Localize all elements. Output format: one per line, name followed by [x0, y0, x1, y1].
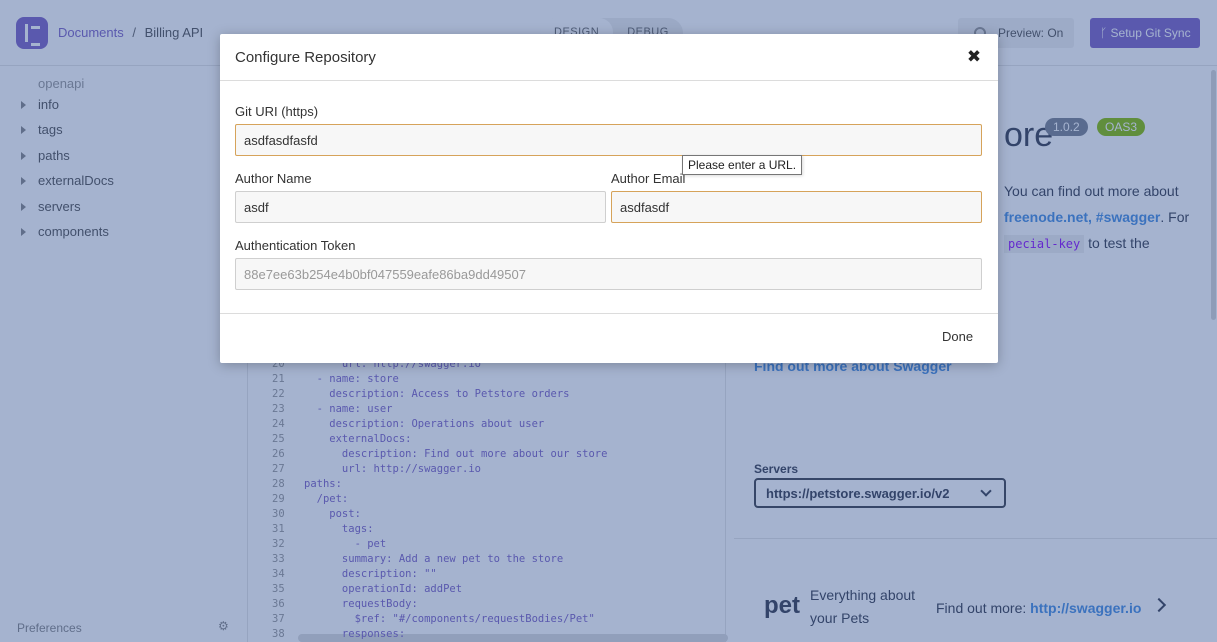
close-icon[interactable]: ✖	[964, 47, 984, 67]
author-name-label: Author Name	[235, 171, 312, 186]
validation-tooltip: Please enter a URL.	[682, 155, 803, 175]
dialog-header: Configure Repository ✖	[220, 34, 998, 81]
done-button[interactable]: Done	[942, 329, 973, 344]
git-uri-label: Git URI (https)	[235, 104, 319, 119]
author-email-label: Author Email	[611, 171, 686, 186]
dialog-title: Configure Repository	[235, 49, 376, 66]
auth-token-label: Authentication Token	[235, 238, 356, 253]
author-email-input[interactable]	[611, 191, 982, 223]
configure-repository-dialog: Configure Repository ✖ Git URI (https) A…	[220, 34, 998, 363]
author-name-input[interactable]	[235, 191, 606, 223]
dialog-footer: Done	[220, 313, 998, 363]
git-uri-input[interactable]	[235, 124, 982, 156]
auth-token-input[interactable]	[235, 258, 982, 290]
